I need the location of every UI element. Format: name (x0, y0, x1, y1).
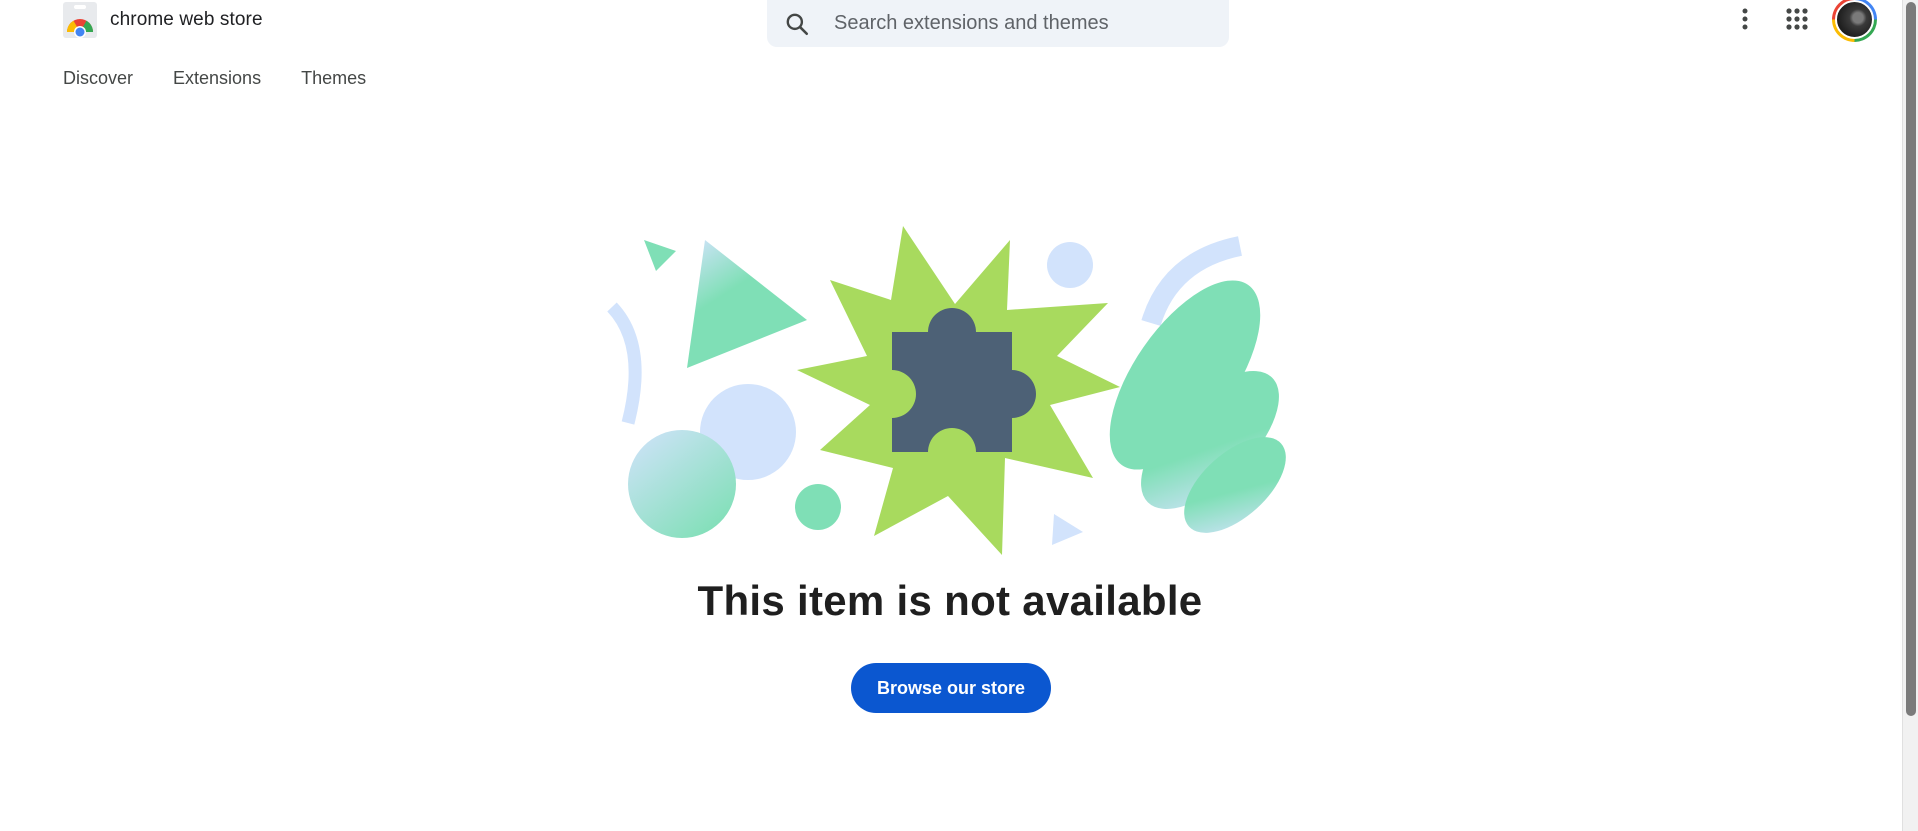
blue-arc-shape (607, 302, 642, 425)
gradient-circle-shape (628, 430, 736, 538)
nav-item-themes[interactable]: Themes (301, 68, 366, 89)
small-blue-triangle-shape (1052, 514, 1083, 545)
scrollbar-thumb[interactable] (1906, 2, 1916, 716)
chrome-web-store-icon (63, 2, 97, 38)
google-apps-button[interactable] (1782, 4, 1812, 34)
more-options-button[interactable] (1730, 4, 1760, 34)
search-icon[interactable] (784, 11, 810, 37)
large-triangle-shape (687, 240, 807, 368)
search-input[interactable] (832, 11, 1216, 36)
page-scrollbar[interactable] (1902, 0, 1918, 831)
apps-grid-icon (1786, 8, 1808, 30)
account-avatar-button[interactable] (1832, 0, 1877, 42)
chrome-web-store-logo-link[interactable]: chrome web store (62, 0, 263, 40)
small-triangle-shape (644, 240, 676, 271)
blue-dot-shape (1047, 242, 1093, 288)
main-nav: Discover Extensions Themes (63, 68, 366, 89)
more-vert-icon (1742, 8, 1748, 30)
browse-store-button[interactable]: Browse our store (851, 663, 1051, 713)
nav-item-extensions[interactable]: Extensions (173, 68, 261, 89)
mint-dot-shape (795, 484, 841, 530)
store-title: chrome web store (110, 9, 263, 30)
search-bar[interactable] (767, 0, 1229, 47)
nav-item-discover[interactable]: Discover (63, 68, 133, 89)
unavailable-heading: This item is not available (697, 577, 1203, 624)
page: chrome web store Discover (0, 0, 1918, 831)
avatar-image (1835, 0, 1874, 39)
item-unavailable-illustration (607, 226, 1286, 555)
